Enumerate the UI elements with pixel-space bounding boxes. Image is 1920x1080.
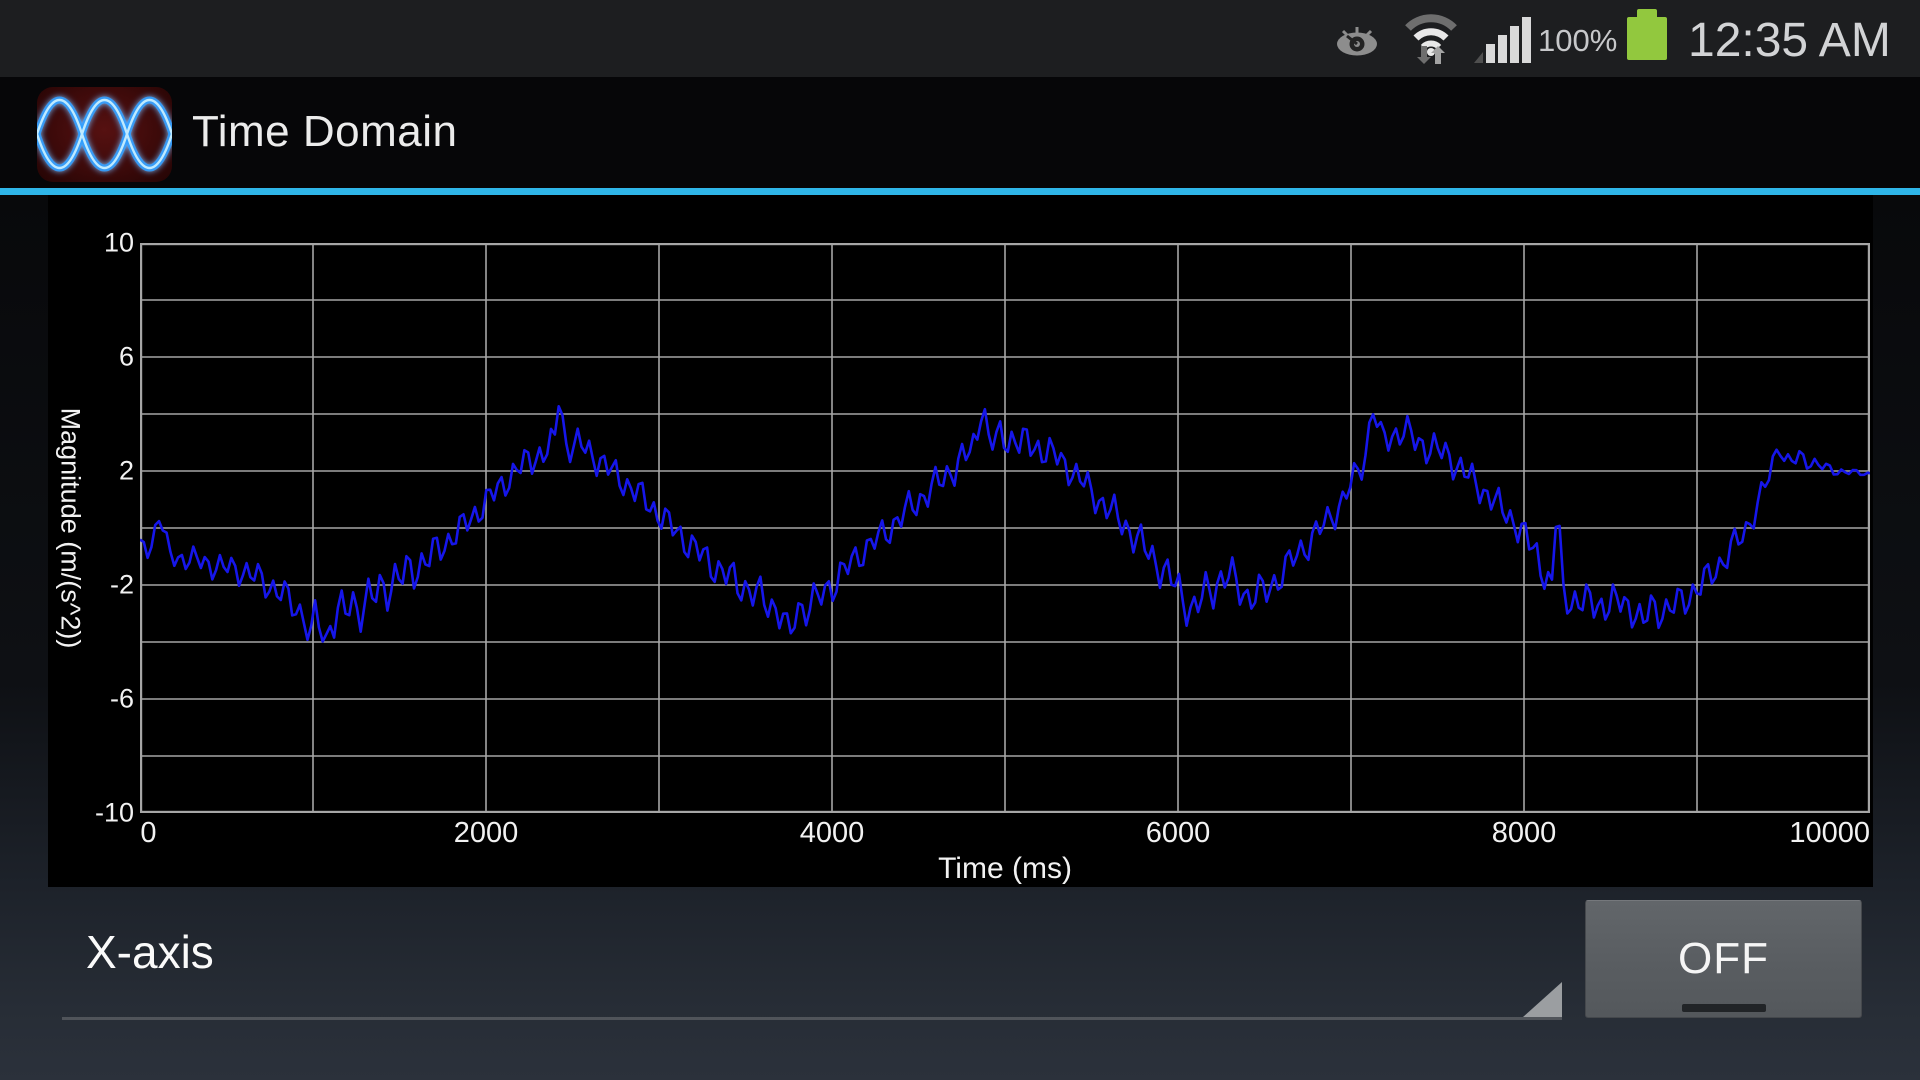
x-tick-label: 6000 [1146, 817, 1211, 850]
wifi-icon [1404, 10, 1458, 64]
clock-text: 12:35 AM [1688, 13, 1891, 68]
content-area: 1062-2-6-10 0200040006000800010000 Time … [0, 195, 1920, 1080]
signal-strength-icon [1474, 16, 1531, 63]
spinner-underline [62, 1017, 1562, 1020]
battery-percent-text: 100% [1538, 23, 1617, 59]
status-bar: 100% 12:35 AM [0, 0, 1920, 77]
x-tick-label: 2000 [454, 817, 519, 850]
y-tick-label: 10 [48, 228, 134, 259]
toggle-label: OFF [1678, 934, 1769, 983]
actionbar-accent-divider [0, 188, 1920, 195]
x-tick-label: 8000 [1492, 817, 1557, 850]
y-tick-label: -10 [48, 798, 134, 829]
sensor-toggle-button[interactable]: OFF [1585, 900, 1862, 1018]
app-launcher-icon [37, 87, 172, 182]
smart-stay-eye-icon [1335, 22, 1379, 56]
action-bar: Time Domain [0, 77, 1920, 188]
page-title: Time Domain [192, 107, 457, 157]
time-domain-chart: 1062-2-6-10 0200040006000800010000 Time … [48, 195, 1873, 887]
toggle-state-indicator [1682, 1004, 1766, 1012]
battery-icon [1627, 17, 1667, 60]
x-tick-label: 0 [140, 817, 156, 850]
y-tick-label: 6 [48, 342, 134, 373]
spinner-selected-value: X-axis [86, 925, 214, 979]
spinner-dropdown-triangle-icon [1523, 982, 1562, 1017]
plot-area [140, 243, 1870, 813]
x-axis-title: Time (ms) [938, 852, 1072, 886]
y-tick-label: -6 [48, 684, 134, 715]
x-tick-label: 4000 [800, 817, 865, 850]
sine-waves-icon [37, 100, 172, 168]
x-tick-label: 10000 [1789, 817, 1870, 850]
y-axis-title: Magnitude (m/(s^2)) [55, 408, 86, 649]
x-axis-spinner[interactable]: X-axis [62, 915, 1562, 1020]
